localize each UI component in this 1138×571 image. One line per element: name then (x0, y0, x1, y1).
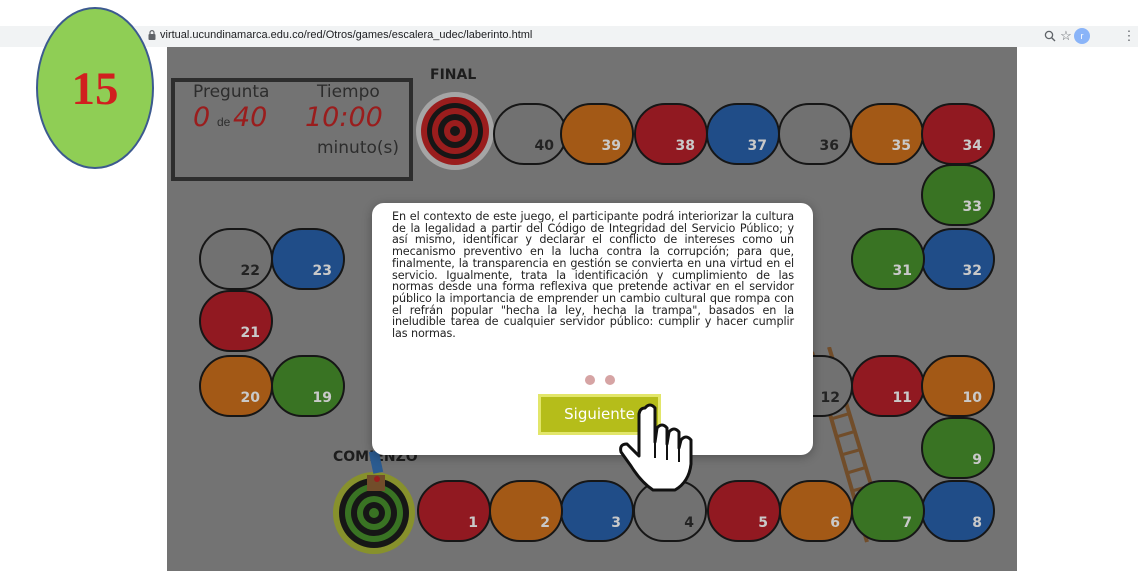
lock-icon (148, 30, 156, 40)
step-badge: 15 (36, 7, 154, 169)
pager-dot-1[interactable] (585, 375, 595, 385)
star-icon[interactable]: ☆ (1057, 27, 1075, 45)
hand-cursor-icon (619, 403, 693, 492)
intro-dialog: En el contexto de este juego, el partici… (372, 203, 813, 455)
avatar[interactable]: r (1074, 28, 1090, 44)
url-text[interactable]: virtual.ucundinamarca.edu.co/red/Otros/g… (160, 29, 532, 41)
menu-icon[interactable]: ⋮ (1120, 27, 1138, 45)
page-margin (1017, 47, 1138, 571)
step-number: 15 (71, 63, 119, 115)
pager-dot-2[interactable] (605, 375, 615, 385)
screenshot: virtual.ucundinamarca.edu.co/red/Otros/g… (0, 0, 1138, 571)
intro-text: En el contexto de este juego, el partici… (392, 210, 794, 341)
